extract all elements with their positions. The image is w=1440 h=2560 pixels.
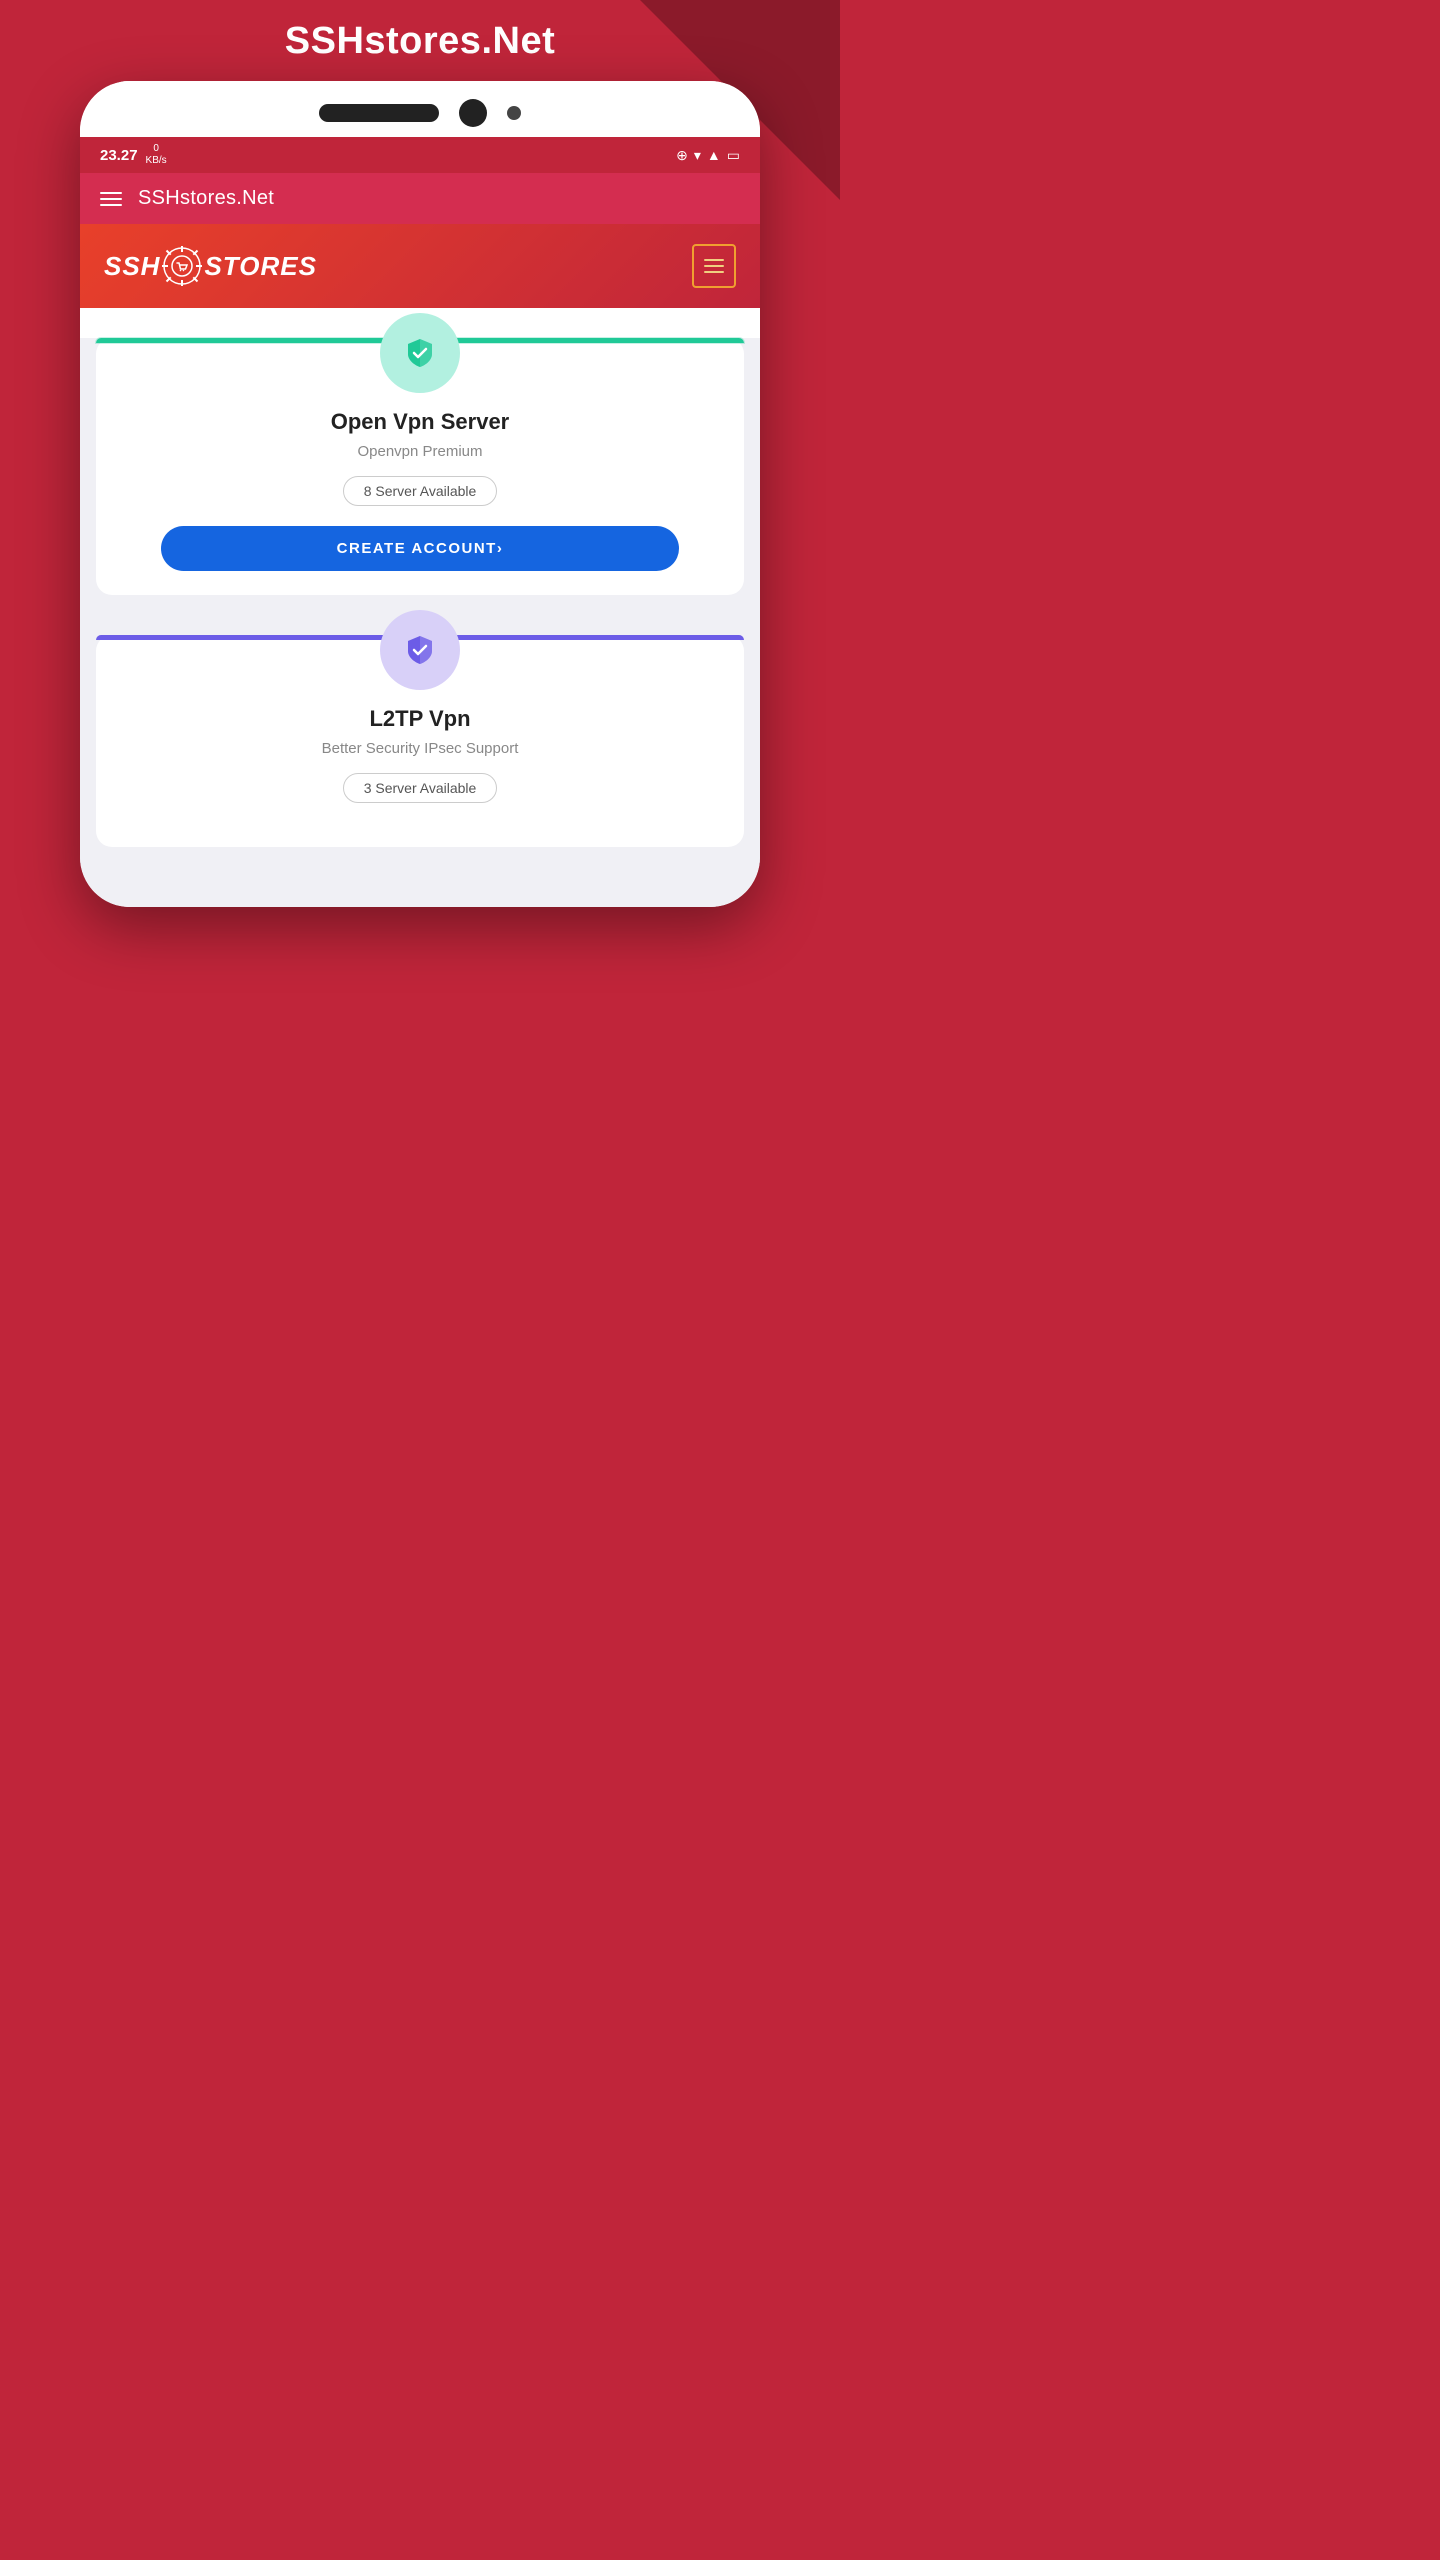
status-right: ⊕ ▾ ▲ ▭ <box>676 147 740 164</box>
openvpn-card: Open Vpn Server Openvpn Premium 8 Server… <box>96 338 744 595</box>
l2tp-card: L2TP Vpn Better Security IPsec Support 3… <box>96 635 744 847</box>
wifi-icon: ▾ <box>694 147 701 164</box>
card1-icon-circle <box>380 313 460 393</box>
card1-icon-wrapper <box>96 313 744 393</box>
menu-btn-line-1 <box>704 259 724 261</box>
content-area: Open Vpn Server Openvpn Premium 8 Server… <box>80 338 760 867</box>
hamburger-line-3 <box>100 204 122 206</box>
phone-camera <box>459 99 487 127</box>
card1-server-badge: 8 Server Available <box>343 476 498 506</box>
menu-btn-line-3 <box>704 271 724 273</box>
card2-icon-circle <box>380 610 460 690</box>
card2-subtitle: Better Security IPsec Support <box>116 740 724 757</box>
location-icon: ⊕ <box>676 147 688 164</box>
card2-title: L2TP Vpn <box>116 706 724 732</box>
hamburger-menu-button[interactable] <box>100 192 122 206</box>
status-left: 23.27 0 KB/s <box>100 143 167 167</box>
hamburger-line-2 <box>100 198 122 200</box>
card2-body: L2TP Vpn Better Security IPsec Support 3… <box>96 690 744 823</box>
menu-btn-line-2 <box>704 265 724 267</box>
card2-icon-wrapper <box>96 610 744 690</box>
logo-ssh: SSH <box>104 251 160 282</box>
phone-speaker <box>319 104 439 122</box>
signal-icon: ▲ <box>707 147 721 163</box>
phone-frame: 23.27 0 KB/s ⊕ ▾ ▲ ▭ SSHstores.Net <box>80 81 760 907</box>
card1-subtitle: Openvpn Premium <box>116 443 724 460</box>
phone-bottom <box>80 867 760 907</box>
data-unit: KB/s <box>146 155 167 167</box>
status-data: 0 KB/s <box>146 143 167 167</box>
logo-stores: STORES <box>204 251 316 282</box>
card2-server-badge: 3 Server Available <box>343 773 498 803</box>
page-title: SSHstores.Net <box>285 20 555 63</box>
phone-dot <box>507 106 521 120</box>
hero-menu-button[interactable] <box>692 244 736 288</box>
shield-green-icon <box>402 335 438 371</box>
app-bar-title: SSHstores.Net <box>138 187 274 210</box>
logo-icon <box>160 244 204 288</box>
hero-logo: SSH <box>104 244 317 288</box>
create-account-button[interactable]: CREATE ACCOUNT› <box>161 526 679 571</box>
status-bar: 23.27 0 KB/s ⊕ ▾ ▲ ▭ <box>80 137 760 173</box>
hamburger-line-1 <box>100 192 122 194</box>
phone-notch-area <box>80 81 760 137</box>
card1-body: Open Vpn Server Openvpn Premium 8 Server… <box>96 393 744 526</box>
data-value: 0 <box>146 143 167 155</box>
hero-banner: SSH <box>80 224 760 308</box>
card1-title: Open Vpn Server <box>116 409 724 435</box>
status-time: 23.27 <box>100 147 138 164</box>
app-bar: SSHstores.Net <box>80 173 760 224</box>
battery-icon: ▭ <box>727 147 740 164</box>
shield-purple-icon <box>402 632 438 668</box>
